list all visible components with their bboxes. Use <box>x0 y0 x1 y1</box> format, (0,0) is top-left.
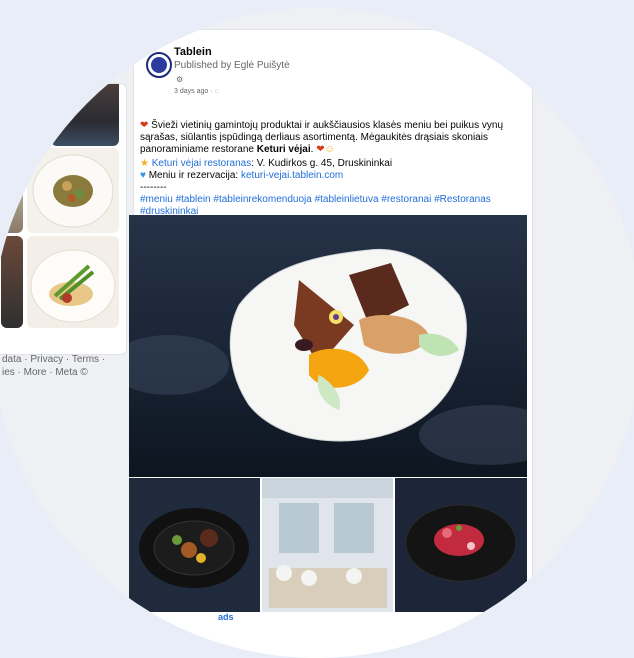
heart-icon: ♥ <box>140 170 146 181</box>
star-icon: ★ <box>140 158 149 169</box>
emoji-icon: ❤ <box>316 144 325 155</box>
photo-thumb[interactable] <box>1 236 23 328</box>
footer-line[interactable]: data · Privacy · Terms · <box>2 353 132 366</box>
post-header: Tablein Published by Eglė Puišytė ⚙ 3 da… <box>140 38 530 108</box>
menu-link[interactable]: keturi-vejai.tablein.com <box>241 170 343 181</box>
info-icon: ⚙ <box>176 75 184 84</box>
menu-label: Meniu ir rezervacija: <box>148 170 241 181</box>
page-avatar[interactable] <box>146 52 172 78</box>
separator: -------- <box>140 182 167 193</box>
photo-row-images <box>129 478 527 612</box>
footer-line[interactable]: ies · More · Meta © <box>2 366 132 379</box>
post-paragraph: ❤ Švieži vietinių gamintojų produktai ir… <box>140 120 528 156</box>
left-photo-card <box>0 83 127 355</box>
published-by: Published by Eglė Puišytė <box>174 60 290 71</box>
photo-row <box>129 478 527 612</box>
page-name[interactable]: Tablein <box>174 46 212 58</box>
globe-icon: ◌ <box>214 88 219 95</box>
address-line: ★ Keturi vėjai restoranas: V. Kudirkos g… <box>140 158 528 170</box>
emoji-icon: ☺ <box>324 144 335 155</box>
main-dish-photo[interactable] <box>109 215 559 477</box>
plate-image <box>30 249 116 323</box>
post-text: ❤ Švieži vietinių gamintojų produktai ir… <box>140 120 528 218</box>
photo-thumb[interactable] <box>51 84 119 146</box>
menu-line: ♥ Meniu ir rezervacija: keturi-vejai.tab… <box>140 170 528 182</box>
ads-link[interactable]: ads <box>218 612 234 622</box>
restaurant-name-bold: Keturi vėjai <box>256 144 311 155</box>
photo-thumb[interactable] <box>27 148 119 233</box>
sidebar-footer-links: data · Privacy · Terms · ies · More · Me… <box>2 353 132 379</box>
photo-thumb[interactable] <box>27 236 119 328</box>
restaurant-link[interactable]: Keturi vėjai restoranas <box>152 158 252 169</box>
facebook-post: Tablein Published by Eglė Puišytė ⚙ 3 da… <box>109 30 559 658</box>
photo-thumb[interactable] <box>1 148 23 233</box>
time-text: 3 days ago · <box>174 88 215 95</box>
restaurant-address: : V. Kudirkos g. 45, Druskininkai <box>251 158 393 169</box>
emoji-icon: ❤ <box>140 120 149 131</box>
circle-frame: data · Privacy · Terms · ies · More · Me… <box>0 8 634 658</box>
post-time[interactable]: 3 days ago · ◌ <box>174 88 219 95</box>
period: . <box>310 144 314 155</box>
plate-image <box>32 154 114 228</box>
dessert-plate-image <box>109 215 559 477</box>
